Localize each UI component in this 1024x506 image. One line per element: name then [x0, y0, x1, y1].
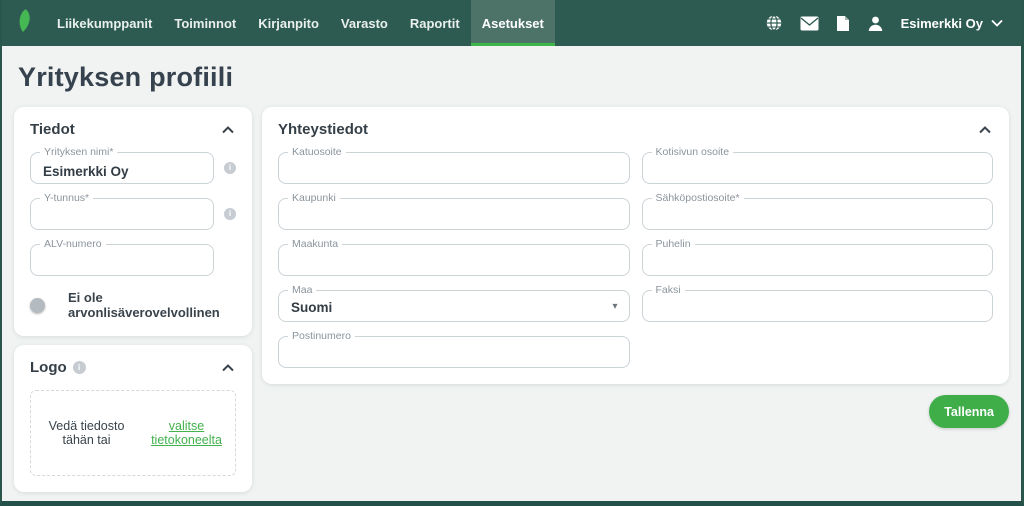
info-icon[interactable]: i	[224, 162, 236, 174]
phone-field[interactable]: Puhelin	[642, 244, 994, 276]
page-header: Yrityksen profiili	[2, 46, 1021, 105]
business-id-field[interactable]: Y-tunnus*	[30, 198, 214, 230]
email-label: Sähköpostiosoite*	[652, 192, 744, 205]
logo-card-header: Logo i	[30, 359, 236, 376]
contact-card-header: Yhteystiedot	[278, 121, 993, 138]
dropzone-text: Vedä tiedosto tähän tai	[35, 419, 138, 447]
document-icon[interactable]	[836, 15, 850, 32]
info-icon[interactable]: i	[73, 361, 86, 374]
globe-icon[interactable]	[765, 14, 783, 32]
contact-card-title: Yhteystiedot	[278, 121, 368, 138]
contact-fields-grid: Katuosoite Kotisivun osoite Kaupunki Säh…	[278, 152, 993, 368]
page-title: Yrityksen profiili	[18, 62, 1005, 93]
vat-number-row: ALV-numero	[30, 244, 236, 276]
city-label: Kaupunki	[288, 192, 340, 205]
vat-number-label: ALV-numero	[40, 238, 106, 251]
country-value: Suomi	[279, 291, 629, 315]
tiedot-card-title: Tiedot	[30, 121, 75, 138]
nav-item-liikekumppanit[interactable]: Liikekumppanit	[46, 0, 163, 46]
chevron-down-icon	[991, 14, 1003, 32]
navbar-actions: Esimerkki Oy	[765, 0, 1003, 46]
right-column: Yhteystiedot Katuosoite Kotisivun osoite	[262, 107, 1009, 428]
leaf-icon	[13, 8, 35, 39]
left-column: Tiedot Yrityksen nimi* i	[14, 107, 252, 492]
chevron-down-icon: ▾	[612, 301, 617, 312]
chevron-up-icon	[979, 126, 991, 134]
chevron-up-icon	[222, 364, 234, 372]
business-id-row: Y-tunnus* i	[30, 198, 236, 230]
homepage-label: Kotisivun osoite	[652, 146, 734, 159]
country-select[interactable]: Maa Suomi ▾	[278, 290, 630, 322]
account-name: Esimerkki Oy	[901, 16, 983, 31]
mail-icon[interactable]	[800, 16, 819, 31]
top-navbar: Liikekumppanit Toiminnot Kirjanpito Vara…	[2, 0, 1021, 46]
fax-input[interactable]	[643, 291, 993, 321]
company-name-row: Yrityksen nimi* i	[30, 152, 236, 184]
company-name-field[interactable]: Yrityksen nimi*	[30, 152, 214, 184]
vat-toggle-switch[interactable]	[30, 299, 57, 312]
city-field[interactable]: Kaupunki	[278, 198, 630, 230]
save-button[interactable]: Tallenna	[929, 395, 1009, 428]
phone-label: Puhelin	[652, 238, 695, 251]
postal-code-label: Postinumero	[288, 330, 355, 343]
phone-input[interactable]	[643, 245, 993, 275]
nav-item-asetukset[interactable]: Asetukset	[471, 0, 555, 46]
nav-item-kirjanpito[interactable]: Kirjanpito	[247, 0, 330, 46]
collapse-logo-button[interactable]	[220, 362, 236, 374]
tiedot-card-header: Tiedot	[30, 121, 236, 138]
chevron-up-icon	[222, 126, 234, 134]
street-address-label: Katuosoite	[288, 146, 346, 159]
brand-logo[interactable]	[2, 0, 46, 46]
user-icon[interactable]	[867, 15, 884, 32]
vat-toggle-row: Ei ole arvonlisäverovelvollinen	[30, 290, 236, 320]
logo-card: Logo i Vedä tiedosto tähän tai valitse t…	[14, 345, 252, 492]
region-label: Maakunta	[288, 238, 342, 251]
page-content: Tiedot Yrityksen nimi* i	[2, 105, 1021, 501]
tiedot-card: Tiedot Yrityksen nimi* i	[14, 107, 252, 336]
business-id-label: Y-tunnus*	[40, 192, 93, 205]
save-row: Tallenna	[262, 395, 1009, 428]
nav-item-toiminnot[interactable]: Toiminnot	[163, 0, 247, 46]
fax-field[interactable]: Faksi	[642, 290, 994, 322]
logo-card-title: Logo i	[30, 359, 86, 376]
main-menu: Liikekumppanit Toiminnot Kirjanpito Vara…	[46, 0, 555, 46]
fax-label: Faksi	[652, 284, 685, 297]
company-name-label: Yrityksen nimi*	[40, 146, 117, 159]
vat-toggle-label: Ei ole arvonlisäverovelvollinen	[68, 290, 236, 320]
app-window: Liikekumppanit Toiminnot Kirjanpito Vara…	[0, 0, 1024, 506]
postal-code-field[interactable]: Postinumero	[278, 336, 630, 368]
collapse-tiedot-button[interactable]	[220, 124, 236, 136]
vat-number-field[interactable]: ALV-numero	[30, 244, 214, 276]
info-icon[interactable]: i	[224, 208, 236, 220]
nav-item-varasto[interactable]: Varasto	[330, 0, 399, 46]
country-label: Maa	[288, 284, 316, 297]
homepage-field[interactable]: Kotisivun osoite	[642, 152, 994, 184]
email-field[interactable]: Sähköpostiosoite*	[642, 198, 994, 230]
region-field[interactable]: Maakunta	[278, 244, 630, 276]
contact-card: Yhteystiedot Katuosoite Kotisivun osoite	[262, 107, 1009, 384]
choose-file-link[interactable]: valitse tietokoneelta	[142, 419, 231, 447]
street-address-field[interactable]: Katuosoite	[278, 152, 630, 184]
collapse-contact-button[interactable]	[977, 124, 993, 136]
logo-dropzone[interactable]: Vedä tiedosto tähän tai valitse tietokon…	[30, 390, 236, 476]
nav-item-raportit[interactable]: Raportit	[399, 0, 471, 46]
account-menu[interactable]: Esimerkki Oy	[901, 14, 1003, 32]
